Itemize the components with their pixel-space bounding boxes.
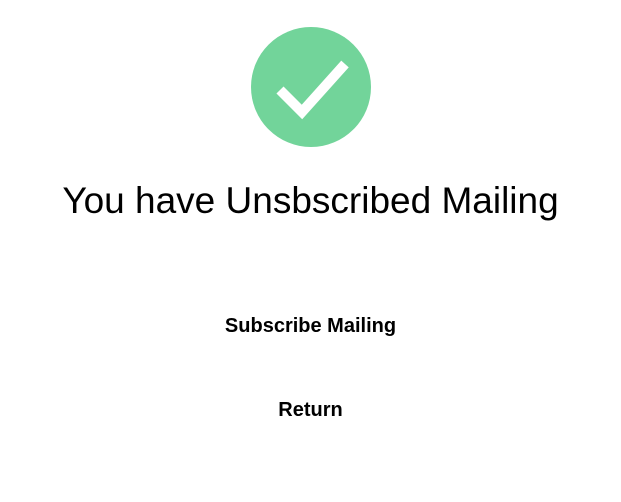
status-message: You have Unsbscribed Mailing [62,180,559,221]
checkmark-icon [276,60,349,120]
success-checkmark-icon [251,27,371,147]
subscribe-mailing-link[interactable]: Subscribe Mailing [0,313,621,339]
return-link[interactable]: Return [0,397,621,423]
